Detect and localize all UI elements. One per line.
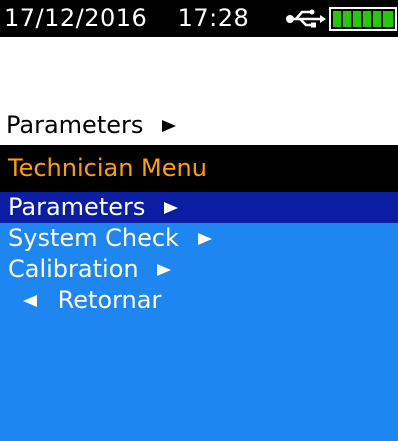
triangle-right-icon — [197, 224, 213, 255]
triangle-right-icon — [163, 193, 179, 224]
triangle-right-icon — [156, 255, 172, 286]
battery-icon — [328, 6, 398, 36]
triangle-left-icon — [22, 286, 38, 317]
menu-item-retornar[interactable]: Retornar — [0, 285, 398, 316]
menu-item-label: Parameters — [8, 193, 146, 221]
status-date: 17/12/2016 — [4, 4, 148, 32]
menu-item-calibration[interactable]: Calibration — [0, 254, 398, 285]
page-title: Technician Menu — [8, 154, 207, 182]
usb-icon — [286, 9, 326, 33]
breadcrumb-label: Parameters — [6, 111, 144, 139]
menu-title-bar: Technician Menu — [0, 145, 398, 192]
breadcrumb: Parameters — [6, 110, 177, 141]
status-time: 17:28 — [177, 4, 250, 32]
status-bar: 17/12/2016 17:28 — [0, 0, 398, 37]
menu-item-system-check[interactable]: System Check — [0, 223, 398, 254]
menu-item-label: Retornar — [57, 286, 162, 314]
status-datetime: 17/12/2016 17:28 — [4, 3, 249, 33]
menu-item-label: Calibration — [8, 255, 139, 283]
menu-item-parameters[interactable]: Parameters — [0, 192, 398, 223]
triangle-right-icon — [161, 111, 177, 141]
menu-item-label: System Check — [8, 224, 179, 252]
menu-list: Parameters System Check Calibration Reto… — [0, 192, 398, 441]
